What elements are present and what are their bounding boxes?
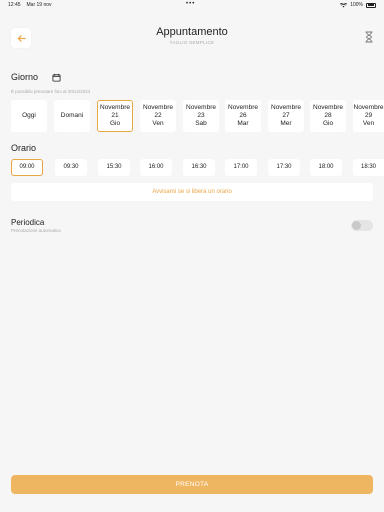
day-month: Novembre: [313, 104, 343, 111]
time-option[interactable]: 18:00: [310, 159, 342, 176]
time-option[interactable]: 15:30: [98, 159, 130, 176]
day-option-selected[interactable]: Novembre 21 Gio: [97, 100, 133, 132]
day-weekday: Gio: [109, 120, 121, 127]
day-month: Novembre: [271, 104, 301, 111]
day-option[interactable]: Novembre 26 Mar: [225, 100, 261, 132]
day-option[interactable]: Novembre 27 Mer: [268, 100, 304, 132]
periodic-toggle[interactable]: [351, 220, 373, 231]
status-bar: 12:45 Mar 19 nov ••• 100%: [0, 0, 384, 10]
time-option[interactable]: 09:30: [55, 159, 87, 176]
status-time: 12:45: [8, 2, 21, 8]
day-section-label: Giorno: [11, 72, 39, 82]
service-subtitle: TAGLIO SEMPLICE: [169, 40, 215, 45]
day-number: 29: [364, 112, 373, 119]
day-number: 21: [111, 112, 119, 119]
day-option[interactable]: Novembre 29 Ven: [353, 100, 384, 132]
time-option[interactable]: 16:30: [183, 159, 215, 176]
book-button[interactable]: PRENOTA: [11, 475, 373, 494]
day-label: Domani: [60, 112, 84, 119]
time-option-selected[interactable]: 09:00: [11, 159, 43, 176]
day-weekday: Sab: [195, 120, 207, 127]
day-month: Novembre: [353, 104, 384, 111]
day-option[interactable]: Novembre 22 Ven: [140, 100, 176, 132]
day-month: Novembre: [228, 104, 258, 111]
time-option[interactable]: 17:30: [268, 159, 300, 176]
day-label: Oggi: [22, 112, 36, 119]
status-date: Mar 19 nov: [26, 2, 52, 8]
day-month: Novembre: [143, 104, 173, 111]
time-option[interactable]: 16:00: [140, 159, 172, 176]
multitask-dots[interactable]: •••: [186, 1, 195, 7]
day-weekday: Mer: [280, 120, 292, 127]
day-weekday: Gio: [322, 120, 334, 127]
day-number: 22: [154, 112, 162, 119]
notify-me-button[interactable]: Avvisami se si libera un orario: [11, 183, 373, 201]
day-number: 27: [282, 112, 290, 119]
time-option[interactable]: 17:00: [225, 159, 257, 176]
calendar-icon[interactable]: [52, 73, 61, 82]
day-weekday: Ven: [362, 120, 375, 127]
battery-percent: 100%: [350, 2, 363, 8]
time-option[interactable]: 18:30: [353, 159, 384, 176]
day-month: Novembre: [100, 104, 130, 111]
toggle-knob: [352, 221, 361, 230]
day-number: 28: [324, 112, 332, 119]
wifi-icon: [340, 2, 348, 7]
page-title: Appuntamento: [156, 26, 228, 38]
header: Appuntamento TAGLIO SEMPLICE: [0, 26, 384, 45]
periodic-title: Periodica: [11, 218, 45, 227]
day-month: Novembre: [186, 104, 216, 111]
day-option[interactable]: Oggi: [11, 100, 47, 132]
periodic-subtitle: Prenotazione automatica: [11, 228, 61, 233]
hourglass-icon[interactable]: [364, 31, 374, 43]
time-section-label: Orario: [11, 143, 37, 153]
booking-limit-hint: È possibile prenotare fino al 30/12/2024: [11, 89, 91, 94]
day-weekday: Mar: [237, 120, 249, 127]
battery-icon: [366, 2, 376, 8]
day-option[interactable]: Domani: [54, 100, 90, 132]
day-option[interactable]: Novembre 28 Gio: [310, 100, 346, 132]
day-number: 23: [197, 112, 205, 119]
day-number: 26: [239, 112, 247, 119]
day-option[interactable]: Novembre 23 Sab: [183, 100, 219, 132]
day-weekday: Ven: [152, 120, 164, 127]
